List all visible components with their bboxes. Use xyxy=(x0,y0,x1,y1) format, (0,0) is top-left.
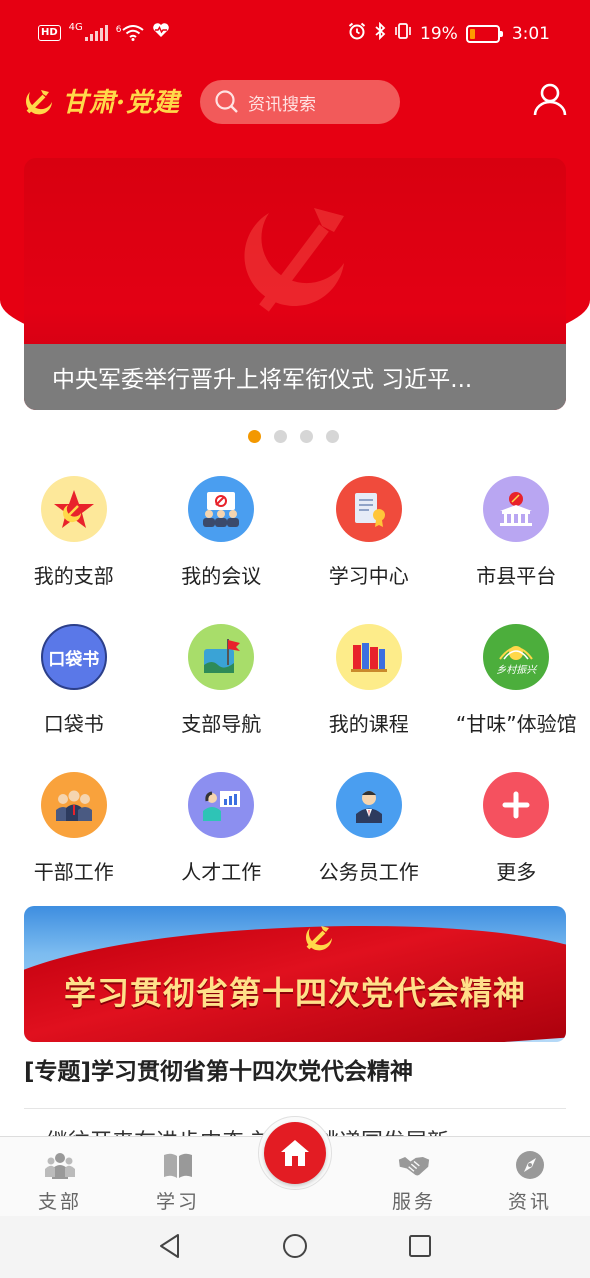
battery-icon xyxy=(465,24,503,43)
government-building-icon xyxy=(483,476,550,542)
function-grid: 我的支部 我的会议 学习中心 市县平台 口袋书 口袋书 支部导航 我的课程 乡村… xyxy=(0,474,590,908)
network-type: 4G xyxy=(68,22,83,33)
status-bar: HD 4G 6 19% 3:01 xyxy=(0,0,590,68)
search-placeholder: 资讯搜索 xyxy=(248,94,316,115)
search-bar[interactable]: 资讯搜索 xyxy=(200,80,400,124)
clock: 3:01 xyxy=(511,23,550,44)
tab-news[interactable]: 资讯 xyxy=(490,1149,570,1214)
home-icon xyxy=(281,1140,309,1166)
rural-revitalization-icon: 乡村振兴 xyxy=(483,624,550,690)
back-icon[interactable] xyxy=(156,1232,184,1260)
handshake-icon xyxy=(398,1157,430,1176)
bluetooth-icon xyxy=(374,21,386,45)
grid-item-my-branch[interactable]: 我的支部 xyxy=(0,474,148,612)
pocket-book-icon: 口袋书 xyxy=(40,624,107,690)
navigation-flag-icon xyxy=(188,624,255,690)
meeting-icon xyxy=(188,476,255,542)
grid-item-cadre-work[interactable]: 干部工作 xyxy=(0,770,148,908)
branch-people-icon xyxy=(45,1153,75,1179)
home-button[interactable] xyxy=(264,1122,326,1184)
party-emblem-icon xyxy=(26,89,52,114)
carousel-dot[interactable] xyxy=(274,430,287,443)
grid-item-talent-work[interactable]: 人才工作 xyxy=(148,770,296,908)
grid-item-my-meetings[interactable]: 我的会议 xyxy=(148,474,296,612)
news-carousel[interactable]: 中央军委举行晋升上将军衔仪式 习近平... xyxy=(24,158,566,410)
wifi-icon: 6 xyxy=(116,25,144,41)
carousel-dot[interactable] xyxy=(248,430,261,443)
study-center-icon xyxy=(335,476,402,542)
grid-item-more[interactable]: 更多 xyxy=(443,770,590,908)
tab-services[interactable]: 服务 xyxy=(374,1149,454,1214)
divider xyxy=(24,1108,566,1109)
topic-banner-title: 学习贯彻省第十四次党代会精神 xyxy=(63,974,526,1012)
search-icon xyxy=(215,90,238,113)
plus-icon xyxy=(483,772,550,838)
hd-badge: HD xyxy=(38,24,61,41)
battery-percent: 19% xyxy=(420,23,458,44)
carousel-caption[interactable]: 中央军委举行晋升上将军衔仪式 习近平... xyxy=(24,344,566,410)
heart-rate-icon xyxy=(152,22,170,43)
user-icon xyxy=(533,83,567,116)
vibrate-icon xyxy=(394,22,412,45)
topic-banner[interactable]: 学习贯彻省第十四次党代会精神 xyxy=(24,906,566,1042)
tab-home[interactable] xyxy=(258,1116,332,1190)
system-navigation-bar xyxy=(0,1216,590,1278)
carousel-dot[interactable] xyxy=(326,430,339,443)
grid-item-city-county-platform[interactable]: 市县平台 xyxy=(443,474,590,612)
grid-item-branch-navigation[interactable]: 支部导航 xyxy=(148,622,296,760)
talent-presentation-icon xyxy=(188,772,255,838)
grid-item-study-center[interactable]: 学习中心 xyxy=(295,474,443,612)
user-profile-button[interactable] xyxy=(530,80,570,120)
tab-branch[interactable]: 支部 xyxy=(20,1149,100,1214)
party-star-icon xyxy=(40,476,107,542)
app-logo: 甘肃·党建 xyxy=(22,82,180,119)
grid-item-civil-servant-work[interactable]: 公务员工作 xyxy=(295,770,443,908)
grid-item-pocket-book[interactable]: 口袋书 口袋书 xyxy=(0,622,148,760)
home-circle-icon[interactable] xyxy=(281,1232,309,1260)
books-icon xyxy=(335,624,402,690)
alarm-icon xyxy=(348,22,366,45)
grid-item-my-courses[interactable]: 我的课程 xyxy=(295,622,443,760)
party-emblem-icon xyxy=(306,926,332,951)
open-book-icon xyxy=(164,1153,192,1178)
compass-icon xyxy=(516,1151,544,1179)
tab-study[interactable]: 学习 xyxy=(138,1149,218,1214)
grid-item-gansu-flavor-hall[interactable]: 乡村振兴 “甘味”体验馆 xyxy=(443,622,590,760)
carousel-indicator xyxy=(248,430,339,443)
signal-icon xyxy=(84,24,108,41)
banner-party-emblem xyxy=(244,208,344,312)
logo-text: 甘肃·党建 xyxy=(62,88,181,118)
carousel-dot[interactable] xyxy=(300,430,313,443)
cadres-icon xyxy=(40,772,107,838)
recents-icon[interactable] xyxy=(406,1232,434,1260)
topic-title[interactable]: [专题]学习贯彻省第十四次党代会精神 xyxy=(24,1052,413,1086)
civil-servant-icon xyxy=(335,772,402,838)
